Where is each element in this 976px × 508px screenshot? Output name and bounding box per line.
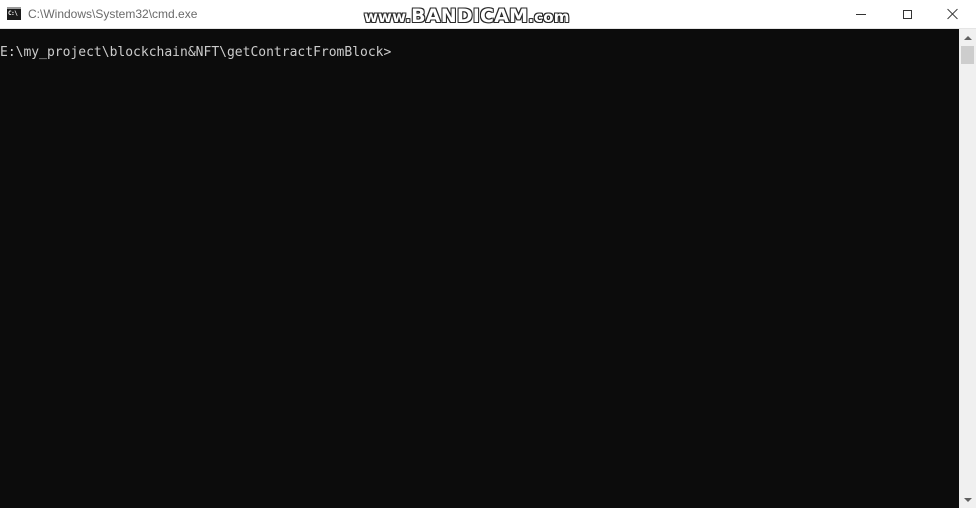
minimize-button[interactable]	[838, 0, 884, 28]
maximize-icon	[902, 9, 912, 19]
minimize-icon	[856, 13, 866, 15]
close-icon	[947, 8, 959, 20]
scroll-thumb[interactable]	[961, 46, 974, 64]
console-output[interactable]: E:\my_project\blockchain&NFT\getContract…	[0, 29, 959, 508]
watermark-suffix: .com	[528, 8, 570, 26]
arrow-up-icon	[963, 35, 972, 40]
close-button[interactable]	[930, 0, 976, 28]
command-prompt: E:\my_project\blockchain&NFT\getContract…	[0, 45, 392, 60]
cmd-app-icon[interactable]: C:\	[7, 7, 21, 20]
app-icon-text: C:\	[8, 10, 18, 17]
watermark-main: BANDICAM	[411, 5, 529, 27]
watermark-prefix: www.	[364, 8, 412, 26]
window-title: C:\Windows\System32\cmd.exe	[28, 7, 198, 21]
cmd-window: C:\ C:\Windows\System32\cmd.exe www.BAND…	[0, 0, 976, 508]
bandicam-watermark: www.BANDICAM.com	[364, 5, 570, 28]
scroll-up-button[interactable]	[959, 29, 976, 46]
scroll-down-button[interactable]	[959, 491, 976, 508]
vertical-scrollbar[interactable]	[959, 29, 976, 508]
title-bar[interactable]: C:\ C:\Windows\System32\cmd.exe www.BAND…	[0, 0, 976, 29]
maximize-button[interactable]	[884, 0, 930, 28]
arrow-down-icon	[963, 497, 972, 502]
